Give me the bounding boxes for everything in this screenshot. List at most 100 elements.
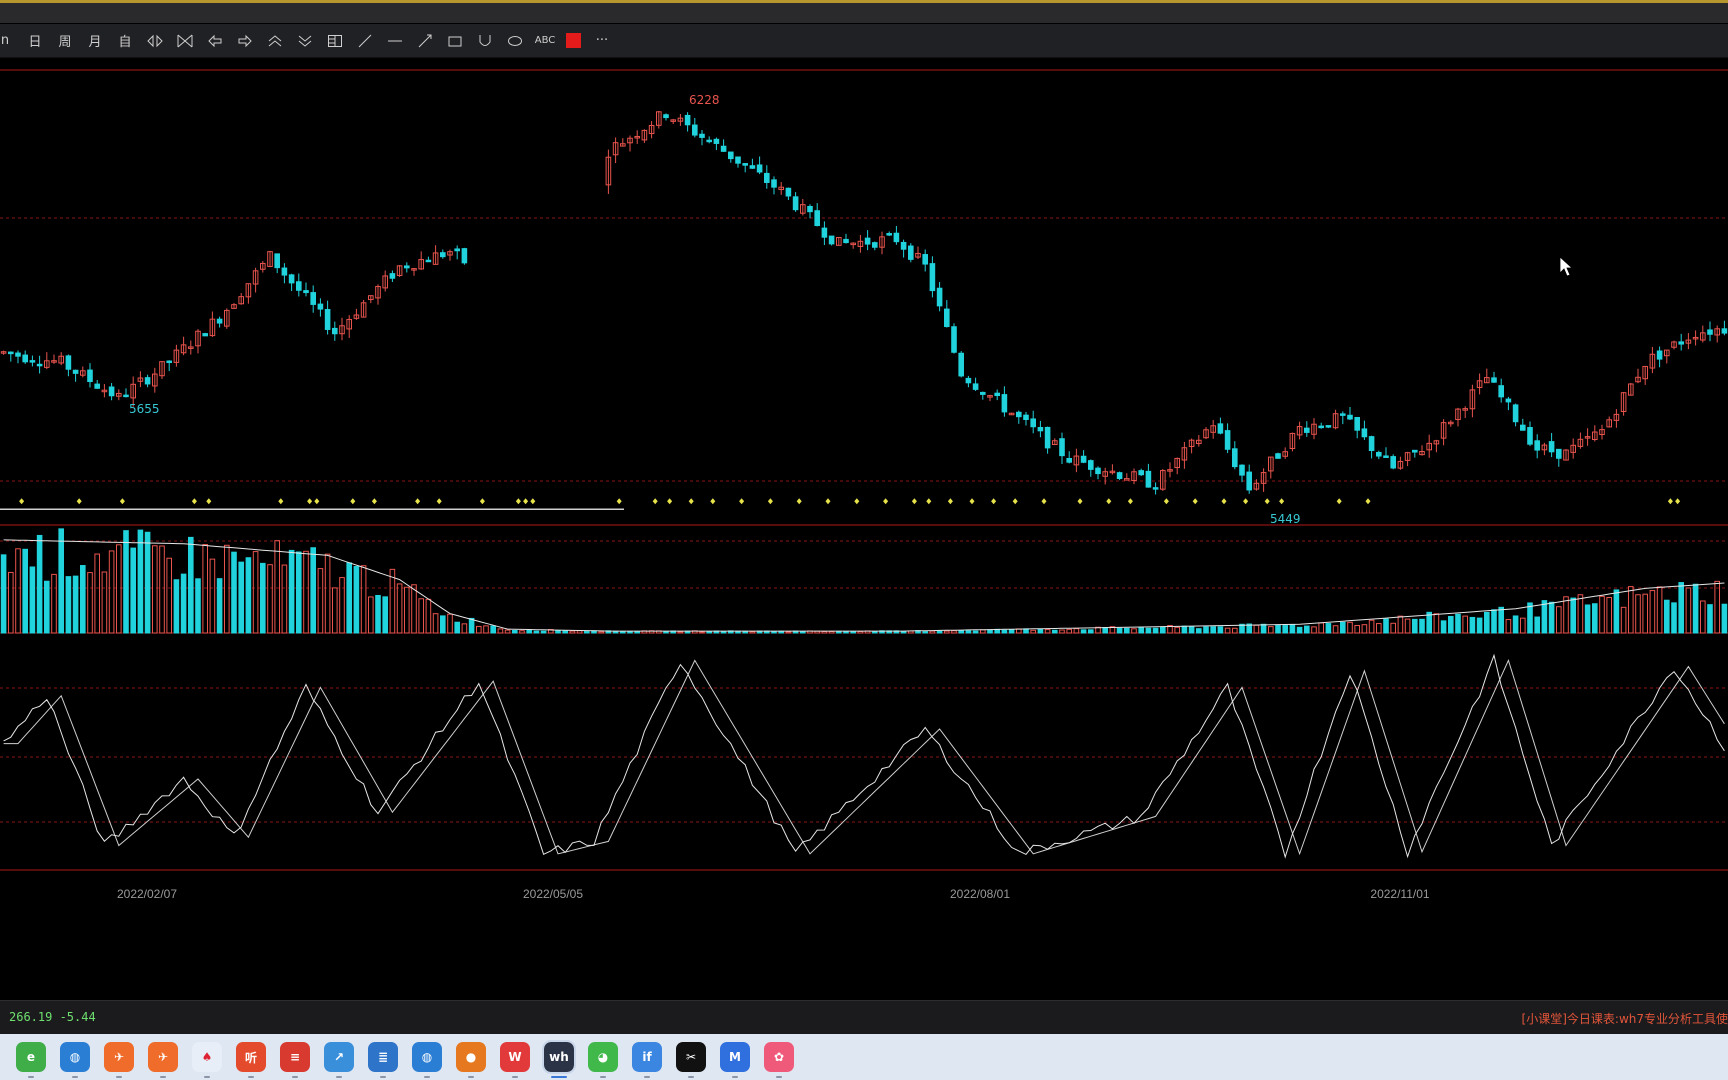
- cup-tool-button[interactable]: [474, 30, 496, 52]
- arrow-right-icon: [237, 34, 253, 48]
- signal-marker: [911, 498, 917, 505]
- more-button[interactable]: ···: [591, 30, 613, 52]
- volume-bar: [360, 565, 367, 634]
- arrow-right-button[interactable]: [234, 30, 256, 52]
- double-up-button[interactable]: [264, 30, 286, 52]
- volume-bar: [1613, 589, 1620, 634]
- volume-bar: [1052, 629, 1058, 634]
- volume-bar: [1080, 629, 1087, 634]
- volume-bar: [296, 551, 302, 634]
- period-monthly-period-button[interactable]: 月: [84, 30, 106, 52]
- period-weekly-period-button[interactable]: 周: [54, 30, 76, 52]
- double-down-button[interactable]: [294, 30, 316, 52]
- rectangle-tool-button[interactable]: [444, 30, 466, 52]
- taskbar-poker-app[interactable]: ♠: [192, 1042, 222, 1078]
- candle-down: [692, 124, 698, 136]
- candle-down: [828, 235, 835, 245]
- volume-bar: [1268, 626, 1274, 634]
- volume-bar: [1577, 594, 1584, 634]
- taskbar-news-app[interactable]: ≡: [280, 1042, 310, 1078]
- volume-bar: [209, 558, 216, 634]
- taskbar-iqiyi-browser[interactable]: e: [16, 1042, 46, 1078]
- text-tool-button[interactable]: ABC: [534, 30, 556, 52]
- volume-bar: [936, 630, 943, 634]
- candle-down: [764, 172, 770, 183]
- volume-bar: [1534, 616, 1541, 634]
- signal-marker: [350, 498, 356, 505]
- taskbar-edge-browser[interactable]: ◍: [60, 1042, 90, 1078]
- signal-marker: [652, 498, 658, 505]
- taskbar-mail-app[interactable]: M: [720, 1042, 750, 1078]
- color-picker-button[interactable]: [566, 33, 581, 48]
- volume-bar: [425, 598, 432, 634]
- taskbar-listen-app[interactable]: 听: [236, 1042, 266, 1078]
- line-tool-button[interactable]: [354, 30, 376, 52]
- volume-bar: [389, 568, 396, 634]
- candle-down: [1059, 438, 1065, 457]
- layout-icon: [327, 34, 343, 48]
- taskbar-orange-app-2[interactable]: ✈: [148, 1042, 178, 1078]
- volume-bar: [375, 594, 381, 634]
- hline-tool-button[interactable]: [384, 30, 406, 52]
- partial-text-button[interactable]: n: [0, 30, 16, 52]
- hourglass-button[interactable]: [174, 30, 196, 52]
- candle-down: [1037, 426, 1044, 432]
- volume-bar: [274, 540, 280, 634]
- volume-bar: [540, 630, 547, 634]
- volume-bar: [1685, 587, 1692, 634]
- volume-bar: [72, 575, 79, 634]
- chart-area[interactable]: 6228 5655 5449 2022/02/07 2022/05/05 2022/08/…: [0, 58, 1728, 976]
- kline-chart[interactable]: 6228 5655 5449 2022/02/07 2022/05/05 2022/08/…: [0, 58, 1728, 976]
- volume-bar: [821, 631, 828, 634]
- x-axis-date-label: 2022/05/05: [523, 887, 583, 901]
- signal-marker: [854, 498, 860, 505]
- period-custom-period-button[interactable]: 自: [114, 30, 136, 52]
- wps-app-icon: W: [508, 1050, 522, 1064]
- volume-bar: [1275, 624, 1281, 634]
- signal-marker: [1667, 498, 1673, 505]
- taskbar-orange-app-1[interactable]: ✈: [104, 1042, 134, 1078]
- running-indicator: [28, 1076, 34, 1078]
- x-axis-date-label: 2022/08/01: [950, 887, 1010, 901]
- taskbar-wechat-app[interactable]: ◕: [588, 1042, 618, 1078]
- signal-marker: [119, 498, 125, 505]
- running-indicator: [424, 1076, 430, 1078]
- arrow-left-button[interactable]: [204, 30, 226, 52]
- volume-bar: [137, 529, 144, 634]
- candle-down: [908, 245, 914, 260]
- taskbar-stock-app[interactable]: ↗: [324, 1042, 354, 1078]
- volume-bar: [454, 621, 460, 634]
- taskbar-ifly-app[interactable]: if: [632, 1042, 662, 1078]
- candle-down: [699, 133, 705, 138]
- ray-tool-button[interactable]: [414, 30, 436, 52]
- taskbar-wh6-app[interactable]: wh: [542, 1040, 576, 1078]
- volume-bar: [620, 631, 626, 634]
- candle-down: [900, 241, 907, 250]
- volume-bar: [1520, 617, 1526, 634]
- volume-bar: [1664, 599, 1670, 634]
- taskbar-game-app[interactable]: ●: [456, 1042, 486, 1078]
- capcut-app-icon: ✂: [685, 1050, 697, 1064]
- volume-bar: [1088, 629, 1094, 634]
- volume-bar: [504, 629, 511, 634]
- taskbar-notes-app[interactable]: ≣: [368, 1042, 398, 1078]
- running-indicator: [512, 1076, 518, 1078]
- volume-bar: [1116, 627, 1123, 634]
- period-daily-period-button[interactable]: 日: [24, 30, 46, 52]
- taskbar-edge-browser-2[interactable]: ◍: [412, 1042, 442, 1078]
- taskbar-capcut-app[interactable]: ✂: [676, 1042, 706, 1078]
- taskbar-wps-app[interactable]: W: [500, 1042, 530, 1078]
- taskbar-camera-app[interactable]: ✿: [764, 1042, 794, 1078]
- candle-down: [1088, 460, 1094, 470]
- mail-app-icon: M: [729, 1050, 741, 1064]
- candle-down: [94, 383, 101, 389]
- ticker-news-text[interactable]: [小课堂]今日课表:wh7专业分析工具使: [1522, 1010, 1728, 1027]
- layout-button[interactable]: [324, 30, 346, 52]
- candle-down: [1044, 426, 1051, 449]
- diamond-arrows-button[interactable]: [144, 30, 166, 52]
- signal-marker: [19, 498, 25, 505]
- volume-bar: [1131, 628, 1137, 634]
- candle-down: [1138, 470, 1145, 476]
- signal-marker: [947, 498, 953, 505]
- ellipse-tool-button[interactable]: [504, 30, 526, 52]
